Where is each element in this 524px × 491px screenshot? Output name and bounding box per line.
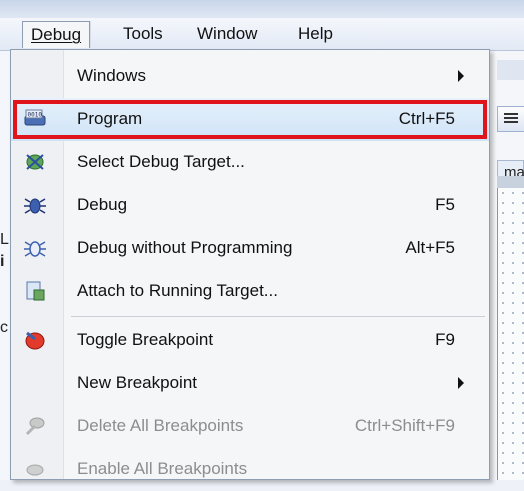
select-target-icon [26, 154, 44, 170]
menu-item-label: New Breakpoint [77, 373, 198, 392]
menu-item-debug-without-programming[interactable]: Debug without Programming Alt+F5 [11, 227, 489, 270]
menu-debug[interactable]: Debug [22, 21, 91, 48]
menu-item-label: Debug [77, 195, 128, 214]
menu-tools-label: Tools [123, 24, 163, 43]
menu-item-shortcut: Ctrl+Shift+F9 [354, 416, 455, 435]
menu-item-shortcut: F9 [435, 330, 455, 349]
menu-item-new-breakpoint[interactable]: New Breakpoint [11, 362, 489, 405]
align-lines-icon [504, 113, 518, 125]
menu-item-label: Toggle Breakpoint [77, 330, 214, 349]
menu-item-debug[interactable]: Debug F5 [11, 184, 489, 227]
menu-separator [71, 316, 485, 317]
menu-item-label: Windows [77, 66, 146, 85]
menu-item-delete-all-breakpoints: Delete All Breakpoints Ctrl+Shift+F9 [11, 405, 489, 448]
background-fragment: L [0, 231, 9, 248]
background-fragment: c [0, 319, 8, 336]
submenu-arrow-icon [458, 377, 464, 389]
program-chip-icon: 0010 [24, 109, 46, 126]
menu-item-shortcut: Ctrl+F5 [398, 109, 455, 128]
enable-breakpoints-icon [26, 464, 44, 476]
menu-item-select-debug-target[interactable]: Select Debug Target... [11, 141, 489, 184]
grid-header [497, 176, 524, 188]
menu-item-program[interactable]: 0010 Program Ctrl+F5 [11, 98, 489, 141]
align-toolbar-button[interactable] [497, 106, 524, 132]
breakpoint-icon [25, 331, 45, 350]
svg-text:0010: 0010 [28, 112, 43, 119]
design-grid [497, 188, 524, 480]
menu-item-shortcut: Alt+F5 [405, 238, 455, 257]
menu-item-label: Select Debug Target... [77, 152, 245, 171]
menu-item-label: Delete All Breakpoints [77, 416, 244, 435]
menu-item-windows[interactable]: Windows [11, 55, 489, 98]
debug-menu-dropdown: Windows 0010 Program Ctrl+F5 Select Debu… [10, 49, 490, 480]
menu-item-label: Program [77, 109, 143, 128]
bug-icon [24, 198, 46, 214]
menu-item-label: Enable All Breakpoints [77, 459, 248, 478]
attach-icon [26, 281, 45, 301]
menubar: Debug Tools Window Help [0, 18, 524, 51]
background-fragment: i [0, 253, 5, 270]
delete-breakpoints-icon [25, 417, 45, 436]
menu-item-enable-all-breakpoints: Enable All Breakpoints [11, 448, 489, 491]
menu-help[interactable]: Help [290, 21, 341, 47]
menu-item-shortcut: F5 [435, 195, 455, 214]
menu-debug-label: Debug [31, 25, 82, 44]
menu-window-label: Window [197, 24, 258, 43]
toolbar-fragment [497, 60, 524, 80]
menu-item-label: Attach to Running Target... [77, 281, 278, 300]
menu-item-label: Debug without Programming [77, 238, 293, 257]
menu-tools[interactable]: Tools [115, 21, 171, 47]
submenu-arrow-icon [458, 70, 464, 82]
menu-item-toggle-breakpoint[interactable]: Toggle Breakpoint F9 [11, 319, 489, 362]
menu-window[interactable]: Window [189, 21, 265, 47]
bug-outline-icon [24, 241, 46, 257]
menu-help-label: Help [298, 24, 333, 43]
menu-item-attach-to-running-target[interactable]: Attach to Running Target... [11, 270, 489, 313]
window-title-strip [0, 0, 524, 18]
